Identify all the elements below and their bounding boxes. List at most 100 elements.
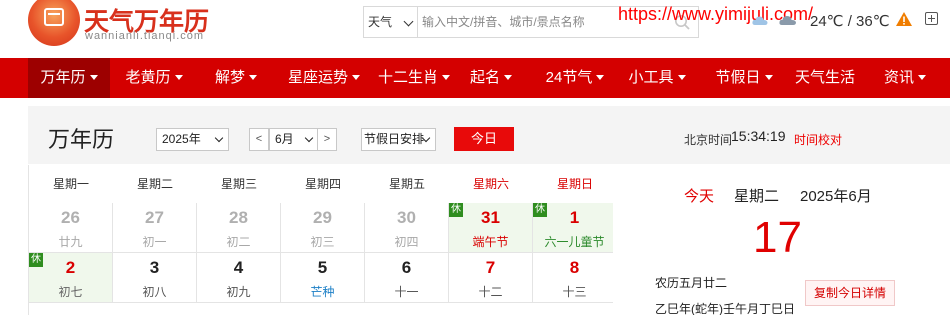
chevron-down-icon: [214, 133, 224, 143]
caret-down-icon: [442, 74, 450, 80]
lunar-date: 初三: [310, 235, 335, 249]
nav-item[interactable]: 老黄历: [112, 58, 196, 98]
calendar-day-cell[interactable]: 6 十一: [365, 253, 449, 303]
day-number: 7: [485, 258, 496, 277]
nav-item-label: 24节气: [545, 69, 593, 86]
caret-down-icon: [504, 74, 512, 80]
calendar-day-cell[interactable]: 休 2 初七: [29, 253, 113, 303]
day-number: 8: [569, 258, 580, 277]
calendar-day-cell[interactable]: 休 31 端午节: [449, 203, 533, 253]
lunar-date: 十二: [478, 285, 503, 299]
calendar-day-cell[interactable]: 27 初一: [113, 203, 197, 253]
nav-item-label: 解梦: [214, 69, 245, 86]
nav-item[interactable]: 24节气: [533, 58, 617, 98]
today-button[interactable]: 今日: [454, 127, 514, 151]
today-day-number: 17: [753, 213, 802, 262]
nav-item[interactable]: 万年历: [28, 58, 110, 98]
chevron-down-icon: [304, 133, 314, 143]
calendar-day-cell[interactable]: 29 初三: [281, 203, 365, 253]
month-value: 6月: [275, 132, 294, 146]
lunar-date: 廿九: [58, 235, 83, 249]
lunar-date: 初二: [226, 235, 251, 249]
year-select[interactable]: 2025年: [156, 128, 229, 151]
holiday-select-label: 节假日安排: [364, 132, 425, 146]
month-select[interactable]: 6月: [269, 128, 319, 151]
today-weekday: 星期二: [734, 188, 780, 205]
calendar-day-cell[interactable]: 8 十三: [533, 253, 617, 303]
calendar-day-cell[interactable]: 26 廿九: [29, 203, 113, 253]
calendar-toolbar: 万年历 2025年 < 6月 > 节假日安排 今日 北京时间 15:34:19 …: [28, 106, 950, 164]
nav-item[interactable]: 起名: [460, 58, 522, 98]
caret-down-icon: [918, 74, 926, 80]
day-number: 31: [481, 208, 500, 227]
nav-item-label: 节假日: [715, 69, 761, 86]
lunar-date: 六一儿童节: [544, 235, 605, 249]
nav-item[interactable]: 天气生活: [789, 58, 861, 98]
caret-down-icon: [764, 74, 773, 80]
calendar-day-cell[interactable]: 7 十二: [449, 253, 533, 303]
logo-icon: [28, 0, 80, 46]
calendar-day-cell[interactable]: 30 初四: [365, 203, 449, 253]
lunar-date: 十三: [562, 285, 587, 299]
calendar-title: 万年历: [48, 127, 115, 152]
year-value: 2025年: [162, 132, 201, 146]
prev-month-button[interactable]: <: [249, 128, 269, 151]
weekday-header: 星期一 星期二 星期三 星期四 星期五 星期六 星期日: [29, 165, 613, 203]
page: 天气万年历 wannianli.tianqi.com 天气 https://ww…: [0, 0, 950, 315]
day-number: 6: [401, 258, 412, 277]
nav-item-label: 十二生肖: [377, 69, 438, 86]
beijing-time-value: 15:34:19: [731, 128, 786, 144]
weekday-label: 星期三: [220, 177, 257, 191]
nav-item[interactable]: 节假日: [706, 58, 782, 98]
caret-down-icon: [677, 74, 686, 80]
cloud-icon: [752, 16, 768, 25]
lunar-date: 芒种: [310, 285, 335, 299]
calendar-day-cell[interactable]: 5 芒种: [281, 253, 365, 303]
caret-down-icon: [249, 74, 257, 80]
calendar-day-cell[interactable]: 休 1 六一儿童节: [533, 203, 617, 253]
day-number: 29: [313, 208, 332, 227]
nav-item-label: 星座运势: [287, 69, 348, 86]
nav-item[interactable]: 小工具: [618, 58, 696, 98]
weekday-label: 星期四: [304, 177, 341, 191]
nav-item[interactable]: 星座运势: [278, 58, 370, 98]
weekday-label: 星期五: [388, 177, 425, 191]
today-ganzhi: 乙巳年(蛇年)壬午月丁巳日: [655, 302, 795, 315]
day-number: 4: [233, 258, 244, 277]
weekday-label: 星期一: [52, 177, 89, 191]
header: 天气万年历 wannianli.tianqi.com 天气 https://ww…: [0, 0, 950, 58]
today-lunar-date: 农历五月廿二: [655, 276, 728, 290]
copy-today-details-button[interactable]: 复制今日详情: [805, 280, 895, 306]
holiday-select[interactable]: 节假日安排: [361, 128, 436, 151]
day-number: 28: [229, 208, 248, 227]
calendar-day-cell[interactable]: 4 初九: [197, 253, 281, 303]
day-number: 27: [145, 208, 164, 227]
logo-subtitle: wannianli.tianqi.com: [85, 30, 205, 42]
temperature-range: 24℃ / 36℃: [810, 13, 890, 30]
lunar-date: 端午节: [472, 235, 509, 249]
nav-item-label: 小工具: [628, 69, 674, 86]
nav-item-label: 老黄历: [125, 69, 171, 86]
warning-icon[interactable]: [895, 11, 913, 27]
add-icon[interactable]: [925, 12, 938, 25]
calendar-day-cell[interactable]: 28 初二: [197, 203, 281, 253]
lunar-date: 初九: [226, 285, 251, 299]
time-calibrate-link[interactable]: 时间校对: [794, 131, 842, 148]
lunar-date: 十一: [394, 285, 419, 299]
next-month-button[interactable]: >: [317, 128, 337, 151]
search-type-select[interactable]: 天气: [364, 7, 418, 37]
weekday-label: 星期六: [472, 177, 509, 191]
nav-item[interactable]: 资讯: [872, 58, 938, 98]
nav-item[interactable]: 解梦: [205, 58, 267, 98]
chevron-down-icon: [403, 16, 414, 27]
nav-item-label: 起名: [469, 69, 500, 86]
cloudy-icon: [779, 16, 796, 25]
day-number: 26: [61, 208, 80, 227]
day-number: 30: [397, 208, 416, 227]
lunar-date: 初七: [58, 285, 83, 299]
nav-item[interactable]: 十二生肖: [368, 58, 460, 98]
day-number: 2: [65, 258, 76, 277]
main-nav: 万年历 老黄历 解梦 星座运势 十二生肖 起名 24节气 小工具 节假日 天气生活 资讯: [0, 58, 950, 98]
site-logo[interactable]: 天气万年历 wannianli.tianqi.com: [28, 0, 209, 50]
calendar-day-cell[interactable]: 3 初八: [113, 253, 197, 303]
